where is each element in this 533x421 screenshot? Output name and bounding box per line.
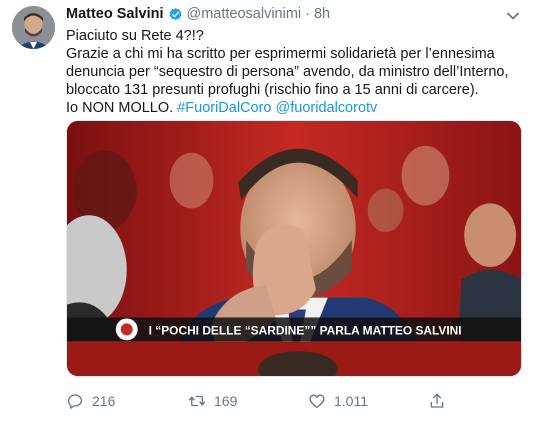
tweet-text: Piaciuto su Rete 4?!? Grazie a chi mi ha… — [66, 27, 526, 117]
tweet-line: Io NON MOLLO. #FuoriDalCoro @fuoridalcor… — [66, 99, 526, 117]
like-button[interactable]: 1.011 — [308, 390, 368, 412]
reply-button[interactable]: 216 — [66, 390, 115, 412]
retweet-button[interactable]: 169 — [188, 390, 237, 412]
verified-badge-icon — [168, 7, 183, 22]
reply-count: 216 — [92, 393, 116, 409]
tweet-line: denuncia per “sequestro di persona” aven… — [66, 64, 509, 80]
tweet-line-text: Io NON MOLLO. — [66, 100, 174, 116]
share-icon — [430, 393, 444, 408]
share-button[interactable] — [428, 390, 446, 412]
tweet[interactable]: Matteo Salvini @matteosalvinimi · 8h Pia… — [0, 0, 533, 421]
heart-icon — [309, 394, 325, 409]
hashtag-link[interactable]: #FuoriDalCoro — [177, 100, 271, 116]
mention-link[interactable]: @fuoridalcorotv — [276, 100, 378, 116]
like-count: 1.011 — [334, 393, 368, 409]
tweet-line: Piaciuto su Rete 4?!? — [66, 28, 204, 44]
separator-dot: · — [305, 6, 310, 22]
retweet-icon — [188, 395, 206, 407]
user-name[interactable]: Matteo Salvini — [66, 6, 164, 22]
tweet-media-image[interactable]: I “POCHI DELLE “SARDINE”” PARLA MATTEO S… — [66, 120, 522, 377]
retweet-count: 169 — [214, 393, 238, 409]
tweet-line: Grazie a chi mi ha scritto per esprimerm… — [66, 46, 495, 62]
tv-banner-text: I “POCHI DELLE “SARDINE”” PARLA MATTEO S… — [149, 323, 462, 337]
tweet-timestamp[interactable]: 8h — [314, 6, 330, 22]
avatar[interactable] — [12, 6, 55, 49]
chevron-down-icon[interactable] — [506, 8, 520, 20]
tweet-header: Matteo Salvini @matteosalvinimi · 8h — [66, 5, 330, 23]
tweet-line: bloccato 131 presunti profughi (rischio … — [66, 82, 479, 98]
user-handle[interactable]: @matteosalvinimi — [187, 6, 302, 22]
tweet-actions: 216 169 1.011 — [66, 390, 466, 412]
reply-icon — [67, 394, 83, 409]
